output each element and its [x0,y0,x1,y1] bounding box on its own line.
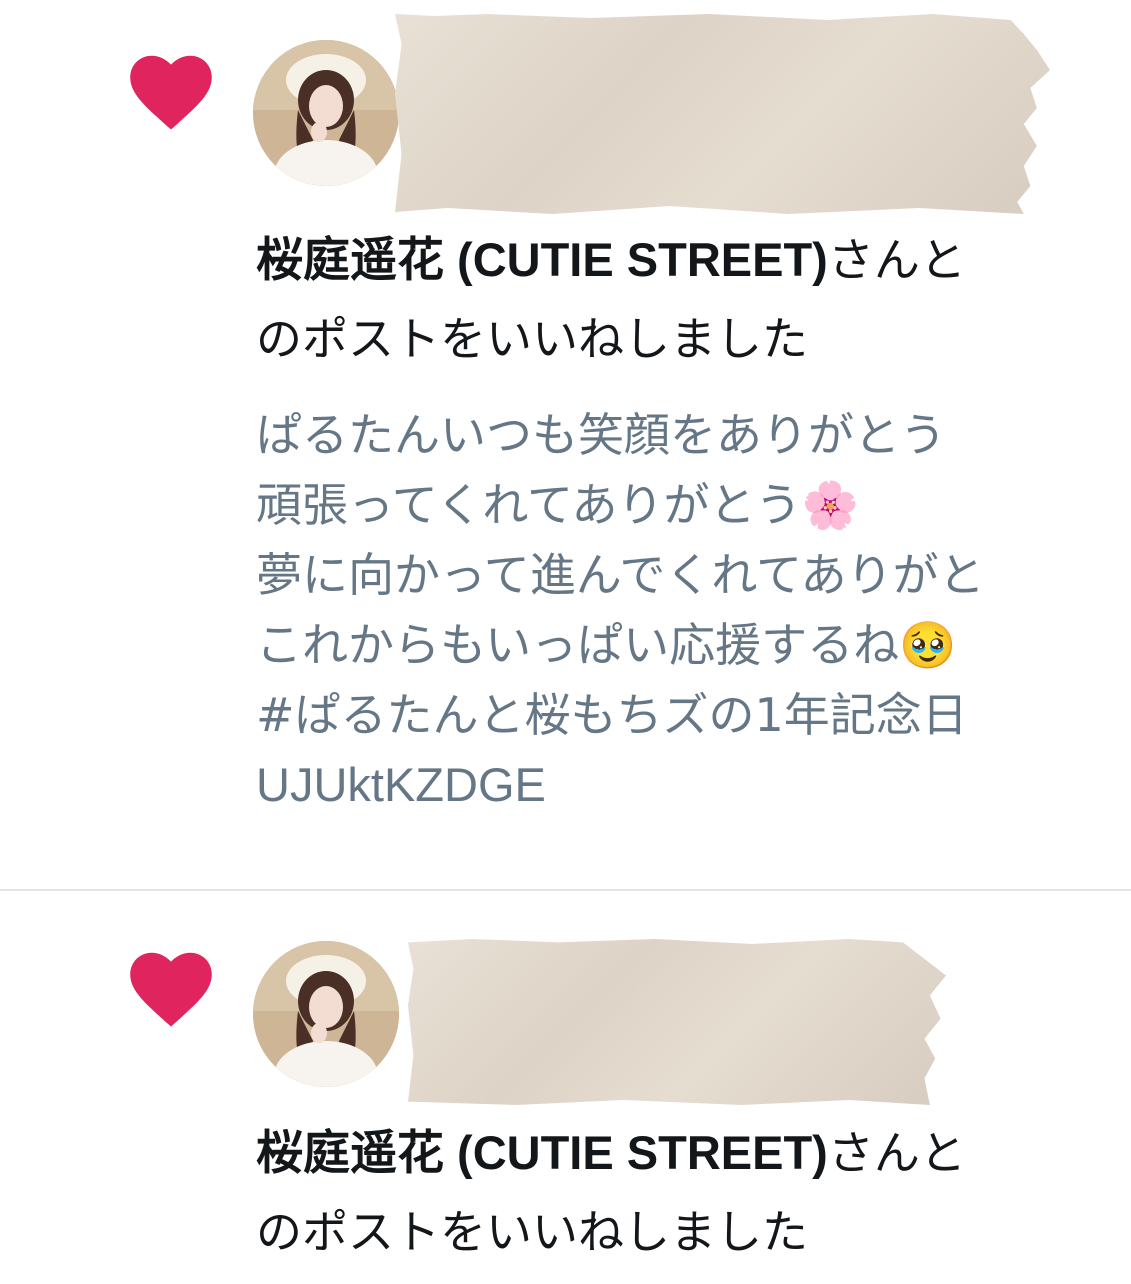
actor-line: 桜庭遥花 (CUTIE STREET)さんと [256,232,966,288]
actor-name[interactable]: 桜庭遥花 (CUTIE STREET) [256,233,828,286]
action-text: のポストをいいねしました [256,312,808,366]
tweet-line: 頑張ってくれてありがとう🌸 [256,478,859,532]
avatar-image [253,40,399,186]
like-notification[interactable]: 桜庭遥花 (CUTIE STREET)さんと のポストをいいねしました [0,891,1131,1284]
action-text: のポストをいいねしました [256,1205,808,1259]
tweet-line: これからもいっぱい応援するね🥹 [256,618,957,672]
actor-suffix: さんと [827,1126,966,1180]
tweet-line: ぱるたんいつも笑顔をありがとう [256,408,946,462]
redaction-tape [395,14,1050,214]
heart-icon [130,952,212,1027]
avatar[interactable] [253,941,399,1087]
avatar[interactable] [253,40,399,186]
actor-name[interactable]: 桜庭遥花 (CUTIE STREET) [256,1126,828,1179]
liked-tweet-preview[interactable]: ぱるたんいつも笑顔をありがとう 頑張ってくれてありがとう🌸 夢に向かって進んでく… [256,400,1131,820]
tweet-link[interactable]: UJUktKZDGE [256,750,1131,820]
hashtag[interactable]: #ぱるたんと桜もちズの1年記念日 [256,680,1131,750]
tweet-line: 夢に向かって進んでくれてありがと [256,548,985,602]
actor-suffix: さんと [827,233,966,287]
actor-line: 桜庭遥花 (CUTIE STREET)さんと [256,1125,966,1181]
avatar-image [253,941,399,1087]
like-notification[interactable]: 桜庭遥花 (CUTIE STREET)さんと のポストをいいねしました ぱるたん… [0,0,1131,890]
heart-icon [130,55,212,130]
redaction-tape [408,939,946,1105]
